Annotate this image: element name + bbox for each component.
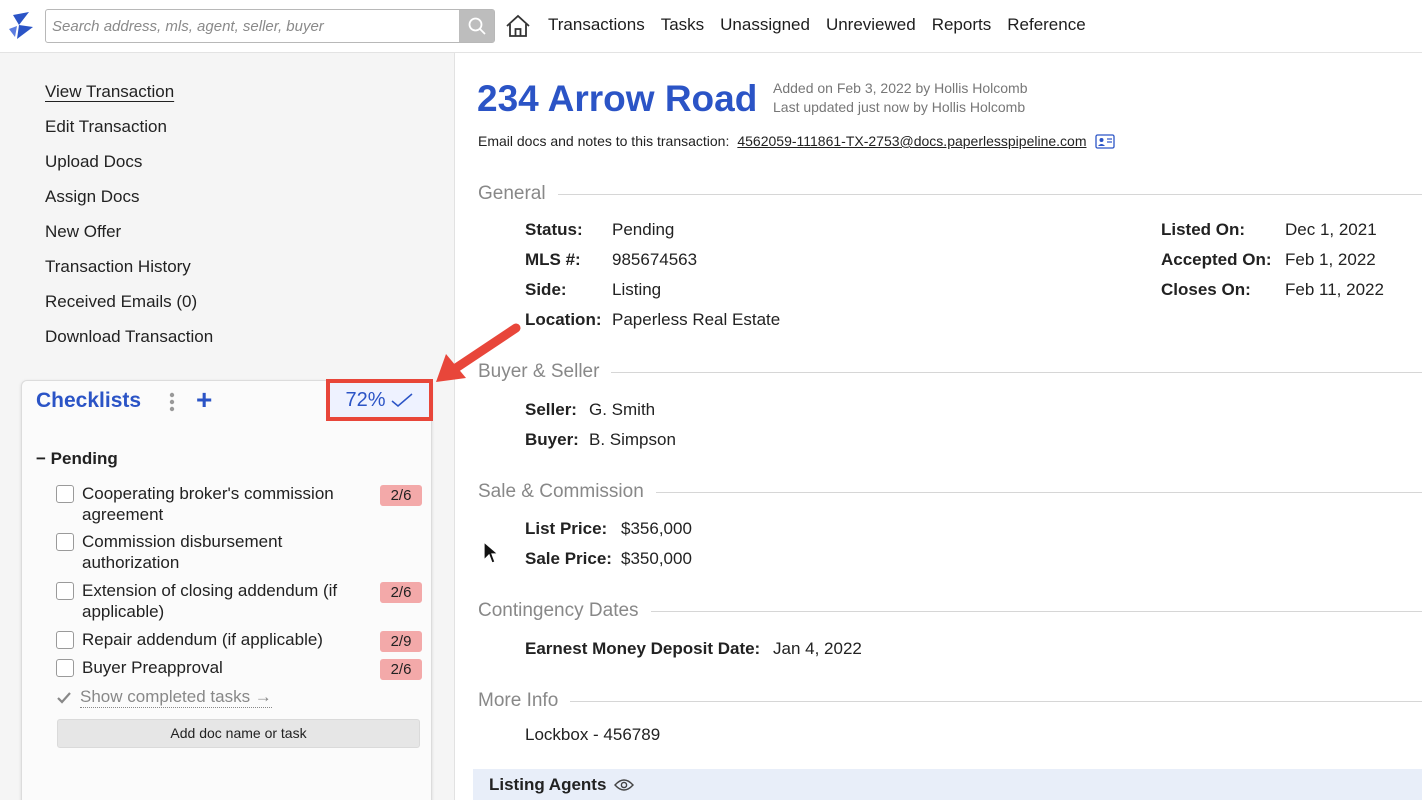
section-sale-commission: Sale & Commission (478, 481, 1422, 503)
checklists-panel: Checklists + 72% − Pending Cooperating b… (21, 379, 433, 800)
section-more-info: More Info (478, 690, 1422, 712)
checklist-item: Buyer Preapproval 2/6 (56, 657, 422, 685)
transaction-details: 234 Arrow Road Added on Feb 3, 2022 by H… (455, 53, 1422, 800)
checkbox[interactable] (56, 631, 74, 649)
checkbox[interactable] (56, 659, 74, 677)
doc-count-badge[interactable]: 2/9 (380, 631, 422, 652)
menu-download-transaction[interactable]: Download Transaction (45, 327, 213, 362)
checkbox[interactable] (56, 485, 74, 503)
section-contingency-dates: Contingency Dates (478, 600, 1422, 622)
home-icon[interactable] (505, 14, 531, 38)
page-title: 234 Arrow Road (477, 78, 758, 119)
nav-unassigned[interactable]: Unassigned (720, 15, 810, 35)
menu-new-offer[interactable]: New Offer (45, 222, 213, 257)
checklist-progress-percent: 72% (345, 388, 386, 411)
paperless-pipeline-logo-icon[interactable] (7, 9, 37, 43)
checklist-item: Repair addendum (if applicable) 2/9 (56, 629, 422, 657)
nav-reports[interactable]: Reports (932, 15, 992, 35)
checklist-progress-badge[interactable]: 72% (326, 379, 433, 421)
doc-count-badge[interactable]: 2/6 (380, 582, 422, 603)
checkbox[interactable] (56, 533, 74, 551)
field-closes-on: Closes On: Feb 11, 2022 (1161, 280, 1384, 299)
field-listed-on: Listed On: Dec 1, 2021 (1161, 220, 1377, 239)
section-buyer-seller: Buyer & Seller (478, 361, 1422, 383)
field-location: Location: Paperless Real Estate (525, 310, 781, 329)
show-completed-tasks-link[interactable]: Show completed tasks → (56, 687, 272, 708)
add-checklist-button[interactable]: + (196, 386, 212, 414)
more-info-text: Lockbox - 456789 (525, 725, 661, 744)
search-button[interactable] (459, 10, 494, 42)
search-input[interactable] (46, 10, 459, 42)
checklists-title: Checklists (36, 389, 142, 412)
transaction-menu: View Transaction Edit Transaction Upload… (45, 82, 213, 362)
email-label: Email docs and notes to this transaction… (478, 133, 730, 149)
checkmark-icon (57, 691, 71, 704)
checklist-item: Extension of closing addendum (if applic… (56, 580, 422, 629)
menu-received-emails[interactable]: Received Emails (0) (45, 292, 213, 327)
transaction-email-link[interactable]: 4562059-111861-TX-2753@docs.paperlesspip… (737, 133, 1086, 149)
main-nav: Transactions Tasks Unassigned Unreviewed… (548, 15, 1086, 35)
section-general: General (478, 183, 1422, 205)
field-buyer: Buyer: B. Simpson (525, 430, 676, 449)
nav-transactions[interactable]: Transactions (548, 15, 645, 35)
checklist-item: Cooperating broker's commission agreemen… (56, 483, 422, 531)
sidebar: View Transaction Edit Transaction Upload… (0, 53, 455, 800)
transaction-meta: Added on Feb 3, 2022 by Hollis Holcomb L… (773, 79, 1027, 117)
field-earnest-money-date: Earnest Money Deposit Date: Jan 4, 2022 (525, 639, 862, 658)
updated-info: Last updated just now by Hollis Holcomb (773, 99, 1026, 115)
checklist-item: Commission disbursement authorization (56, 531, 422, 580)
checklist-items: Cooperating broker's commission agreemen… (56, 483, 422, 685)
field-list-price: List Price: $356,000 (525, 519, 692, 538)
nav-tasks[interactable]: Tasks (661, 15, 704, 35)
added-info: Added on Feb 3, 2022 by Hollis Holcomb (773, 80, 1028, 96)
collapse-icon: − (36, 449, 46, 468)
field-mls: MLS #: 985674563 (525, 250, 698, 269)
top-bar: Transactions Tasks Unassigned Unreviewed… (0, 0, 1422, 53)
field-seller: Seller: G. Smith (525, 400, 656, 419)
menu-upload-docs[interactable]: Upload Docs (45, 152, 213, 187)
menu-view-transaction[interactable]: View Transaction (45, 82, 213, 117)
checkmark-icon (391, 393, 413, 407)
search-box (45, 9, 495, 43)
doc-count-badge[interactable]: 2/6 (380, 659, 422, 680)
email-docs-line: Email docs and notes to this transaction… (478, 133, 1115, 149)
add-doc-or-task-input[interactable]: Add doc name or task (57, 719, 420, 748)
field-side: Side: Listing (525, 280, 662, 299)
field-status: Status: Pending (525, 220, 675, 239)
menu-edit-transaction[interactable]: Edit Transaction (45, 117, 213, 152)
field-sale-price: Sale Price: $350,000 (525, 549, 692, 568)
checkbox[interactable] (56, 582, 74, 600)
search-icon (468, 17, 486, 35)
checklist-group-pending[interactable]: − Pending (36, 449, 118, 469)
more-options-icon[interactable] (168, 391, 176, 413)
mouse-cursor-icon (483, 540, 500, 564)
checklist-group-name: Pending (50, 449, 118, 468)
field-accepted-on: Accepted On: Feb 1, 2022 (1161, 250, 1376, 269)
nav-unreviewed[interactable]: Unreviewed (826, 15, 916, 35)
nav-reference[interactable]: Reference (1007, 15, 1085, 35)
contact-card-icon[interactable] (1094, 133, 1115, 149)
menu-transaction-history[interactable]: Transaction History (45, 257, 213, 292)
menu-assign-docs[interactable]: Assign Docs (45, 187, 213, 222)
doc-count-badge[interactable]: 2/6 (380, 485, 422, 506)
eye-icon[interactable] (614, 778, 635, 792)
listing-agents-header[interactable]: Listing Agents (473, 769, 1422, 800)
